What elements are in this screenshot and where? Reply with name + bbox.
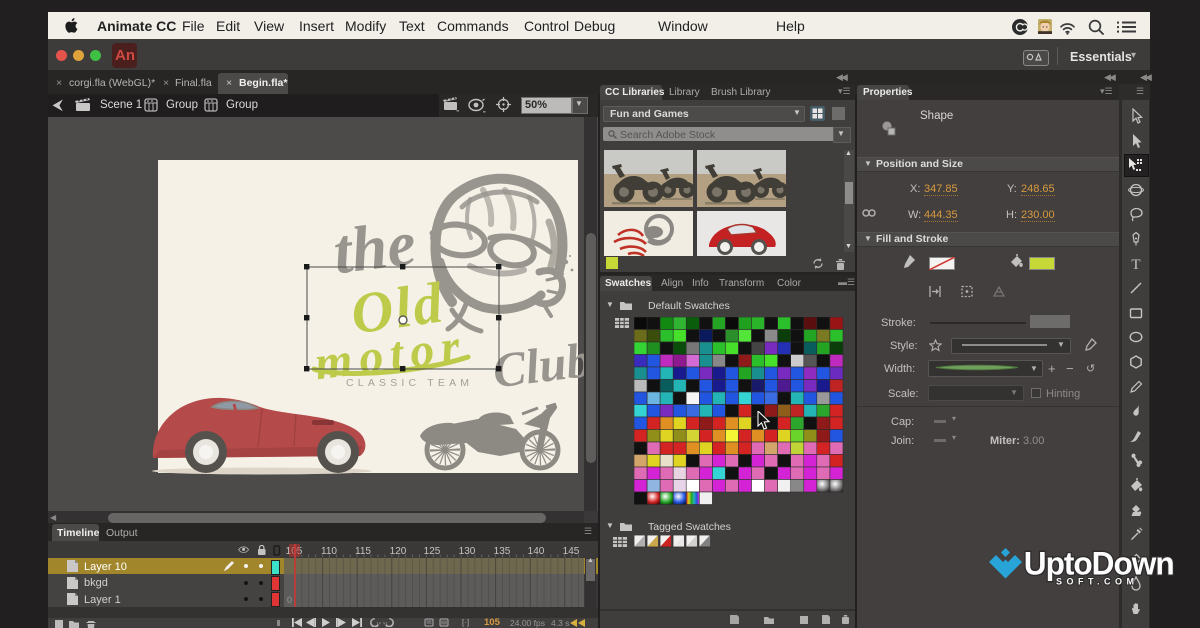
svg-text:SOFT.COM: SOFT.COM (1056, 577, 1139, 587)
svg-text:Club: Club (490, 332, 594, 399)
svg-text:CLASSIC TEAM: CLASSIC TEAM (346, 377, 473, 389)
svg-text:T: T (1131, 257, 1140, 272)
